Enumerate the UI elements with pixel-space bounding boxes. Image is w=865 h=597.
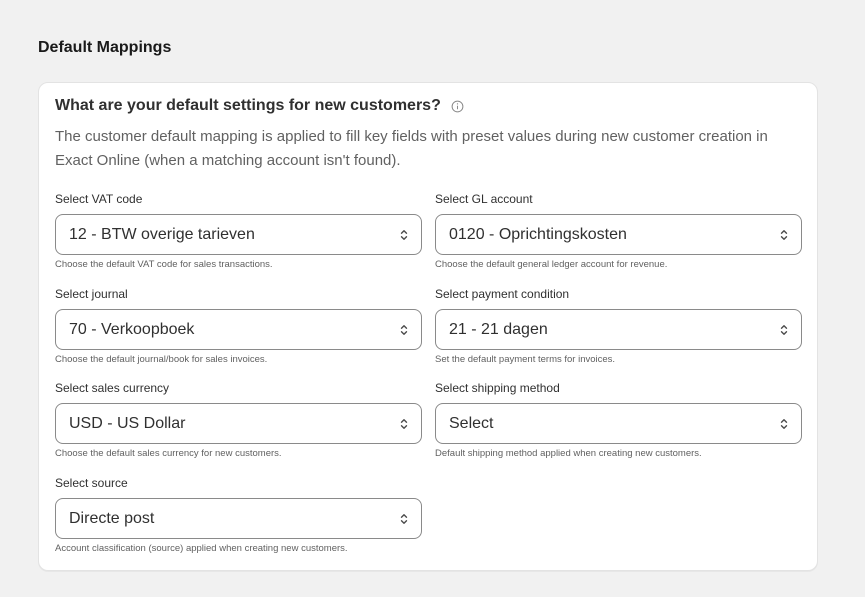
shipping-method-field: Select shipping method Select Default sh…: [435, 380, 802, 460]
gl-account-label: Select GL account: [435, 192, 533, 206]
source-label: Select source: [55, 476, 128, 490]
select-chevron-icon: [400, 229, 408, 240]
select-chevron-icon: [400, 418, 408, 429]
sales-currency-select[interactable]: USD - US Dollar: [55, 403, 422, 444]
source-help: Account classification (source) applied …: [55, 543, 348, 554]
card-description: The customer default mapping is applied …: [55, 128, 768, 169]
shipping-method-help: Default shipping method applied when cre…: [435, 448, 702, 459]
payment-condition-field: Select payment condition 21 - 21 dagen S…: [435, 286, 802, 366]
vat-code-select[interactable]: 12 - BTW overige tarieven: [55, 214, 422, 255]
card-title: What are your default settings for new c…: [55, 97, 441, 114]
sales-currency-help: Choose the default sales currency for ne…: [55, 448, 282, 459]
source-field: Select source Directe post Account class…: [55, 475, 422, 555]
gl-account-value: 0120 - Oprichtingskosten: [449, 225, 627, 243]
shipping-method-label: Select shipping method: [435, 381, 560, 395]
select-chevron-icon: [780, 418, 788, 429]
sales-currency-field: Select sales currency USD - US Dollar Ch…: [55, 380, 422, 460]
page: Default Mappings What are your default s…: [0, 0, 865, 597]
vat-code-field: Select VAT code 12 - BTW overige tarieve…: [55, 191, 422, 271]
info-circle-icon[interactable]: [451, 99, 465, 113]
default-settings-card: What are your default settings for new c…: [38, 82, 818, 571]
journal-select[interactable]: 70 - Verkoopboek: [55, 309, 422, 350]
sales-currency-label: Select sales currency: [55, 381, 170, 395]
gl-account-select[interactable]: 0120 - Oprichtingskosten: [435, 214, 802, 255]
payment-condition-value: 21 - 21 dagen: [449, 320, 548, 338]
journal-label: Select journal: [55, 287, 128, 301]
card-heading: What are your default settings for new c…: [55, 97, 465, 115]
vat-code-value: 12 - BTW overige tarieven: [69, 225, 255, 243]
shipping-method-select[interactable]: Select: [435, 403, 802, 444]
payment-condition-help: Set the default payment terms for invoic…: [435, 354, 616, 365]
vat-code-help: Choose the default VAT code for sales tr…: [55, 259, 273, 270]
payment-condition-label: Select payment condition: [435, 287, 570, 301]
section-title: Default Mappings: [38, 39, 172, 56]
select-chevron-icon: [780, 229, 788, 240]
select-chevron-icon: [400, 324, 408, 335]
journal-field: Select journal 70 - Verkoopboek Choose t…: [55, 286, 422, 366]
gl-account-field: Select GL account 0120 - Oprichtingskost…: [435, 191, 802, 271]
select-chevron-icon: [400, 513, 408, 524]
journal-value: 70 - Verkoopboek: [69, 320, 195, 338]
vat-code-label: Select VAT code: [55, 192, 143, 206]
journal-help: Choose the default journal/book for sale…: [55, 354, 268, 365]
payment-condition-select[interactable]: 21 - 21 dagen: [435, 309, 802, 350]
source-select[interactable]: Directe post: [55, 498, 422, 539]
gl-account-help: Choose the default general ledger accoun…: [435, 259, 668, 270]
source-value: Directe post: [69, 509, 155, 527]
sales-currency-value: USD - US Dollar: [69, 414, 186, 432]
select-chevron-icon: [780, 324, 788, 335]
shipping-method-value: Select: [449, 414, 494, 432]
